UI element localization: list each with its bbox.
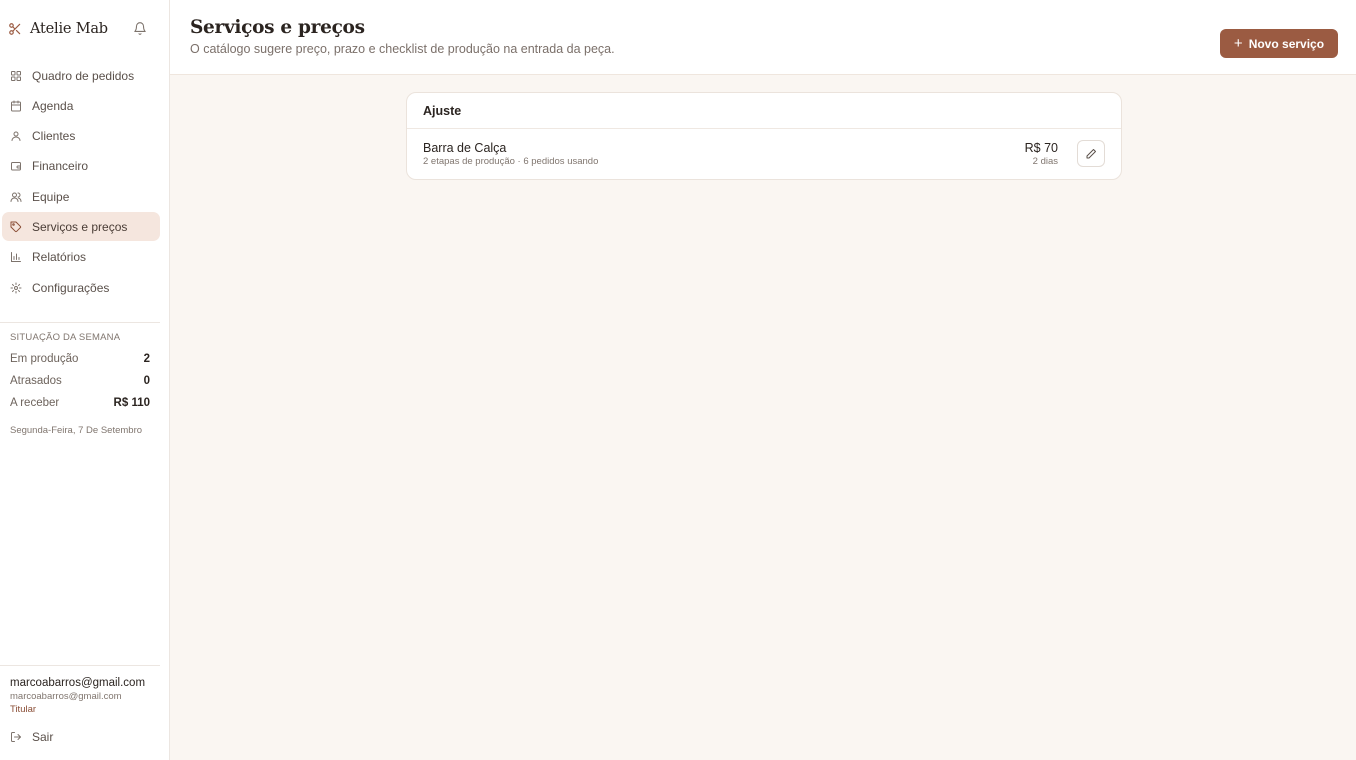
sidebar-item-label: Financeiro — [32, 159, 89, 174]
page-title: Serviços e preços — [190, 17, 365, 38]
sidebar-item-label: Quadro de pedidos — [32, 68, 135, 83]
user-email: marcoabarros@gmail.com — [10, 691, 122, 702]
week-summary-title: SITUAÇÃO DA SEMANA — [10, 332, 121, 343]
main-content: Serviços e preços O catálogo sugere preç… — [170, 0, 1356, 760]
sidebar-item-servicos-e-precos[interactable]: Serviços e preços — [2, 212, 160, 242]
page-header: Serviços e preços O catálogo sugere preç… — [170, 0, 1356, 75]
sidebar-item-clientes[interactable]: Clientes — [2, 122, 160, 151]
plus-icon: + — [1233, 35, 1243, 52]
week-row-value: 0 — [143, 375, 150, 387]
service-category-card: Ajuste Barra de Calça 2 etapas de produç… — [406, 92, 1122, 180]
calendar-icon — [10, 100, 22, 112]
current-date: Segunda-Feira, 7 De Setembro — [10, 425, 143, 436]
scissors-icon — [8, 22, 22, 36]
gear-icon — [10, 282, 22, 294]
service-name: Barra de Calça — [423, 141, 507, 155]
sidebar-divider — [0, 322, 160, 323]
app-name: Atelie Mab — [30, 21, 108, 37]
sidebar-item-configuracoes[interactable]: Configurações — [2, 273, 160, 302]
sidebar-item-label: Serviços e preços — [32, 219, 128, 234]
week-row-value: R$ 110 — [113, 397, 150, 409]
sidebar-item-quadro-de-pedidos[interactable]: Quadro de pedidos — [2, 61, 160, 90]
category-title: Ajuste — [407, 93, 1121, 129]
week-row-label: Em produção — [10, 353, 79, 365]
sidebar-item-label: Configurações — [32, 280, 110, 295]
logout-icon — [10, 731, 22, 743]
page-subtitle: O catálogo sugere preço, prazo e checkli… — [190, 42, 615, 56]
sidebar-item-label: Equipe — [32, 189, 70, 204]
app-root: Atelie Mab Quadro de pedidos Agenda Clie… — [0, 0, 1356, 760]
service-price: R$ 70 — [1024, 141, 1058, 155]
service-meta: 2 etapas de produção · 6 pedidos usando — [423, 156, 599, 167]
user-icon — [10, 130, 22, 142]
user-role: Titular — [10, 704, 37, 715]
service-days: 2 dias — [1032, 156, 1058, 167]
sidebar-item-financeiro[interactable]: Financeiro — [2, 152, 160, 181]
sidebar-nav: Quadro de pedidos Agenda Clientes Financ… — [2, 61, 160, 303]
week-row-atrasados: Atrasados 0 — [10, 375, 150, 387]
sidebar-item-agenda[interactable]: Agenda — [2, 91, 160, 120]
week-row-label: A receber — [10, 397, 60, 409]
wallet-icon — [10, 160, 22, 172]
pencil-icon — [1085, 148, 1097, 160]
week-row-a-receber: A receber R$ 110 — [10, 397, 150, 409]
sidebar: Atelie Mab Quadro de pedidos Agenda Clie… — [0, 0, 170, 760]
logout-label: Sair — [32, 730, 54, 744]
sidebar-item-label: Agenda — [32, 98, 74, 113]
new-service-label: Novo serviço — [1248, 36, 1325, 51]
logout-button[interactable]: Sair — [10, 730, 53, 744]
sidebar-divider — [0, 665, 160, 666]
week-row-value: 2 — [143, 353, 150, 365]
week-row-label: Atrasados — [10, 375, 62, 387]
users-icon — [10, 191, 22, 203]
edit-service-button[interactable] — [1077, 140, 1105, 167]
week-row-em-producao: Em produção 2 — [10, 353, 150, 365]
new-service-button[interactable]: + Novo serviço — [1220, 29, 1338, 58]
user-name: marcoabarros@gmail.com — [10, 677, 146, 689]
sidebar-item-label: Relatórios — [32, 250, 87, 265]
tag-icon — [10, 221, 22, 233]
sidebar-item-label: Clientes — [32, 129, 76, 144]
bell-icon[interactable] — [133, 21, 147, 36]
bar-chart-icon — [10, 251, 22, 263]
sidebar-item-relatorios[interactable]: Relatórios — [2, 243, 160, 272]
grid-icon — [10, 70, 22, 82]
service-row[interactable]: Barra de Calça 2 etapas de produção · 6 … — [407, 129, 1121, 179]
sidebar-item-equipe[interactable]: Equipe — [2, 182, 160, 211]
